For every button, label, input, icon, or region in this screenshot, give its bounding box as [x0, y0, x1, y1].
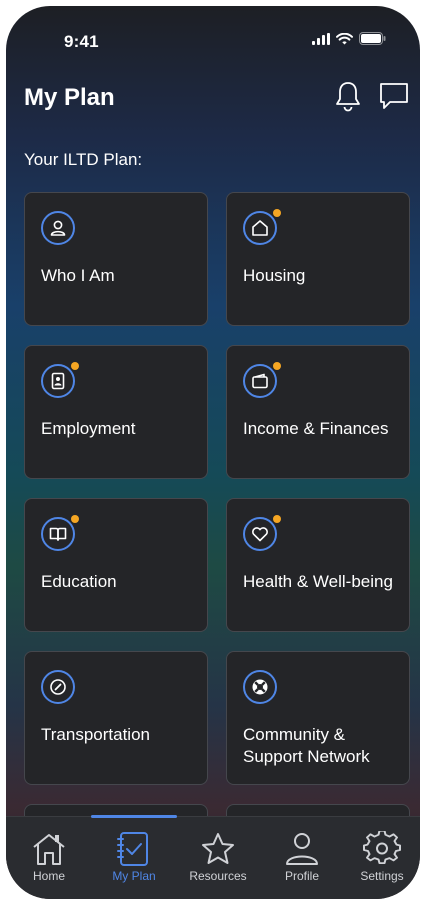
card-label: Employment: [41, 419, 136, 438]
card-education[interactable]: Education: [24, 498, 208, 632]
notification-dot: [273, 362, 281, 370]
tab-home[interactable]: Home: [9, 817, 89, 899]
battery-icon: [359, 32, 386, 45]
status-icons: [312, 32, 386, 45]
card-label: Housing: [243, 266, 306, 285]
card-label: Education: [41, 572, 117, 591]
signal-icon: [312, 32, 330, 45]
card-health-wellbeing[interactable]: Health & Well-being: [226, 498, 410, 632]
gear-icon: [363, 831, 401, 865]
phone-screen: 9:41 My Plan Your ILTD Plan: Who I Am Ho…: [6, 6, 420, 899]
card-community-support[interactable]: Community & Support Network: [226, 651, 410, 785]
status-bar: 9:41: [6, 6, 420, 70]
card-label: Community & Support Network: [243, 725, 370, 766]
card-label: Health & Well-being: [243, 572, 393, 591]
card-icon-circle: [243, 364, 277, 398]
home-icon: [33, 834, 65, 865]
card-icon-circle: [41, 670, 75, 704]
card-icon-circle: [41, 517, 75, 551]
page-title: My Plan: [24, 84, 115, 111]
tab-resources[interactable]: Resources: [178, 817, 258, 899]
card-who-i-am[interactable]: Who I Am: [24, 192, 208, 326]
compass-icon: [50, 679, 66, 695]
wallet-icon: [252, 373, 268, 389]
status-time: 9:41: [64, 32, 99, 51]
card-icon-circle: [41, 364, 75, 398]
card-transportation[interactable]: Transportation: [24, 651, 208, 785]
star-icon: [202, 833, 234, 864]
card-housing[interactable]: Housing: [226, 192, 410, 326]
checklist-icon: [117, 832, 148, 866]
card-employment[interactable]: Employment: [24, 345, 208, 479]
heart-icon: [252, 527, 268, 542]
wifi-icon: [336, 32, 353, 44]
card-icon-circle: [243, 517, 277, 551]
tab-bar: Home My Plan Resources Profile Settings: [6, 815, 420, 899]
book-icon: [49, 527, 67, 541]
person-icon: [50, 220, 66, 236]
tab-label: Settings: [360, 869, 404, 883]
notification-dot: [71, 362, 79, 370]
tab-my-plan[interactable]: My Plan: [94, 817, 174, 899]
card-icon-circle: [41, 211, 75, 245]
card-icon-circle: [243, 211, 277, 245]
notification-dot: [273, 515, 281, 523]
messages-button[interactable]: [376, 78, 412, 114]
card-label: Transportation: [41, 725, 150, 744]
tab-profile[interactable]: Profile: [262, 817, 342, 899]
tab-label: Home: [32, 869, 65, 883]
tab-settings[interactable]: Settings: [342, 817, 420, 899]
tab-label: Profile: [284, 869, 319, 883]
card-icon-circle: [243, 670, 277, 704]
notification-dot: [273, 209, 281, 217]
lifebuoy-icon: [252, 679, 268, 695]
card-income-finances[interactable]: Income & Finances: [226, 345, 410, 479]
chat-bubble-icon: [380, 83, 408, 109]
tab-label: My Plan: [112, 869, 156, 883]
section-label: Your ILTD Plan:: [24, 150, 143, 169]
card-label: Income & Finances: [243, 419, 389, 438]
tab-label: Resources: [189, 869, 247, 883]
header: My Plan: [6, 76, 420, 126]
notification-dot: [71, 515, 79, 523]
card-label: Who I Am: [41, 266, 115, 285]
profile-icon: [286, 833, 318, 865]
bell-icon: [336, 82, 360, 112]
id-badge-icon: [51, 372, 65, 390]
house-icon: [252, 220, 268, 236]
notifications-button[interactable]: [330, 78, 366, 114]
